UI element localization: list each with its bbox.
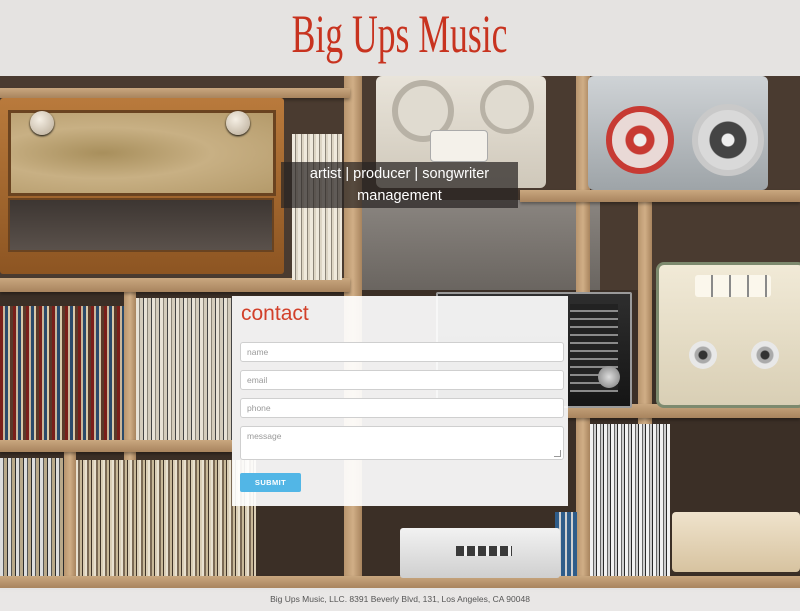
shelf-plank (0, 576, 800, 588)
phone-placeholder: phone (247, 403, 271, 413)
site-header: Big Ups Music (0, 0, 800, 76)
wall-panel (360, 200, 600, 290)
reel-to-reel-deck (588, 76, 768, 190)
cassette-buttons (456, 546, 512, 556)
tagline-management: management (357, 188, 442, 204)
radio-knob (30, 111, 54, 135)
record-stack (136, 298, 232, 440)
contact-form: contact name email phone message SUBMIT (232, 296, 568, 506)
tape-head (430, 130, 488, 162)
tape-reel (480, 80, 534, 134)
recorder-keys (695, 275, 771, 297)
tagline-box: artist | producer | songwriter managemen… (281, 162, 518, 208)
contact-heading: contact (241, 302, 309, 325)
message-placeholder: message (247, 431, 282, 441)
tape-reel (692, 104, 764, 176)
name-field[interactable]: name (240, 342, 564, 362)
message-field[interactable]: message (240, 426, 564, 460)
record-stack (0, 306, 124, 440)
cassette-deck (400, 528, 560, 578)
site-title[interactable]: Big Ups Music (292, 3, 508, 65)
vintage-tape-recorder (656, 262, 800, 408)
radio-dial-panel (8, 198, 274, 252)
tagline-roles: artist | producer | songwriter (309, 166, 490, 182)
record-stack (590, 424, 670, 576)
tape-reel (689, 341, 717, 369)
receiver-knob (598, 366, 620, 388)
email-field[interactable]: email (240, 370, 564, 390)
email-placeholder: email (247, 375, 268, 385)
submit-button[interactable]: SUBMIT (240, 473, 301, 492)
phone-field[interactable]: phone (240, 398, 564, 418)
shelf-plank (0, 88, 350, 98)
shelf-plank (0, 440, 232, 452)
footer-address: Big Ups Music, LLC. 8391 Beverly Blvd, 1… (270, 594, 530, 604)
shelf-plank (0, 278, 350, 292)
shelf-post (64, 450, 76, 588)
shelf-plank (520, 190, 800, 202)
name-placeholder: name (247, 347, 269, 357)
record-stack (0, 458, 64, 576)
radio-knob (226, 111, 250, 135)
vintage-turntable (672, 512, 800, 572)
site-footer: Big Ups Music, LLC. 8391 Beverly Blvd, 1… (0, 588, 800, 611)
tape-reel (751, 341, 779, 369)
resize-handle-icon[interactable] (554, 450, 561, 457)
tape-reel (606, 106, 674, 174)
record-stack (76, 460, 256, 576)
